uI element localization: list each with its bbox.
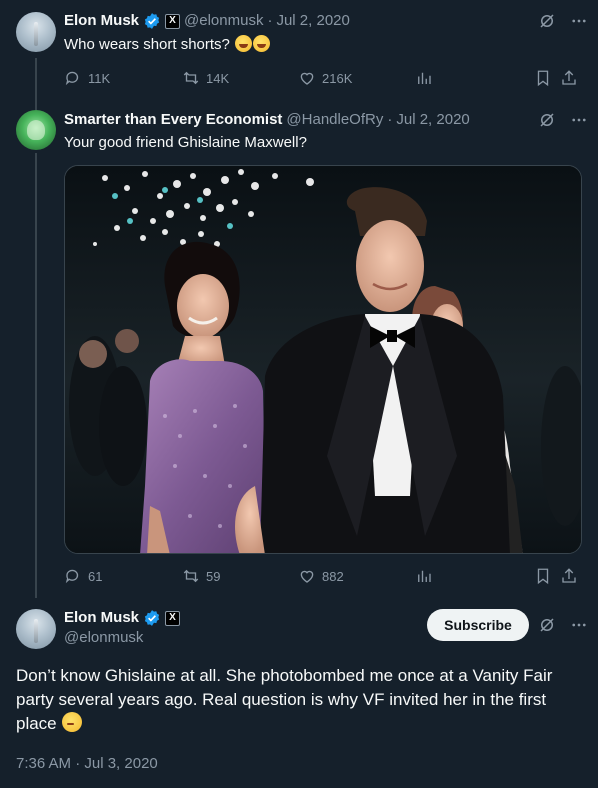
heart-icon [300,570,314,583]
tweet-top-actions [538,616,588,638]
tweet-text: Your good friend Ghislaine Maxwell? [64,134,307,151]
share-button[interactable] [560,69,580,87]
rolling-on-floor-laughing-icon [235,35,253,52]
more-options-icon[interactable] [570,616,588,638]
like-count: 882 [322,568,344,584]
grok-icon[interactable] [538,111,556,133]
repost-count: 59 [206,568,221,584]
separator-dot: · [387,111,393,128]
x-affiliate-badge-icon: X [165,610,181,626]
reply-icon [65,569,79,584]
bookmark-button[interactable] [534,69,560,87]
like-button[interactable]: 882 [298,567,415,585]
reply-icon [65,71,79,86]
verified-badge-icon [143,609,161,627]
reply-count: 11K [88,70,111,86]
tweet-actions: 11K 14K 216K [64,68,582,88]
reply-button[interactable]: 11K [64,69,182,87]
like-button[interactable]: 216K [298,69,415,87]
main-tweet-text-content: Don’t know Ghislaine at all. She photobo… [16,666,553,733]
share-icon [562,568,576,583]
separator-dot: · [267,12,273,29]
analytics-icon [418,570,431,582]
tweet-timestamp[interactable]: 7:36 AM · Jul 3, 2020 [16,755,158,772]
grok-icon[interactable] [538,12,556,34]
avatar[interactable] [16,609,56,649]
main-tweet-text: Don’t know Ghislaine at all. She photobo… [16,664,576,736]
tweet-date[interactable]: Jul 2, 2020 [396,110,469,130]
repost-icon [183,71,199,85]
more-options-icon[interactable] [570,111,588,133]
views-button[interactable] [415,69,534,87]
author-name[interactable]: Elon Musk [64,608,139,628]
author-name[interactable]: Elon Musk [64,11,139,31]
like-count: 216K [322,70,353,86]
tweet-date[interactable]: Jul 2, 2020 [276,11,349,31]
avatar[interactable] [16,110,56,150]
tweet-header: Smarter than Every Economist @HandleOfRy… [64,110,470,130]
bookmark-button[interactable] [534,567,560,585]
tweet-1[interactable]: Elon Musk X @elonmusk · Jul 2, 2020 Who … [0,0,598,100]
reply-count: 61 [88,568,103,584]
author-handle[interactable]: @elonmusk [64,628,143,648]
author-handle[interactable]: @HandleOfRy [286,110,383,130]
analytics-icon [418,72,431,84]
author-handle[interactable]: @elonmusk [184,11,263,31]
tweet-text-content: Who wears short shorts? [64,36,230,53]
tweet-top-actions [538,111,588,133]
share-button[interactable] [560,567,580,585]
x-affiliate-badge-icon: X [165,13,181,29]
grok-icon[interactable] [538,616,556,638]
views-button[interactable] [415,567,534,585]
bookmark-icon [537,70,549,87]
repost-button[interactable]: 59 [182,567,298,585]
rolling-on-floor-laughing-icon [253,35,271,52]
bookmark-icon [537,568,549,585]
tweet-header: Elon Musk X [64,608,181,628]
heart-icon [300,72,314,85]
tweet-header: Elon Musk X @elonmusk · Jul 2, 2020 [64,11,350,31]
share-icon [562,70,576,85]
repost-icon [183,569,199,583]
repost-button[interactable]: 14K [182,69,298,87]
reply-button[interactable]: 61 [64,567,182,585]
event-photo-image [65,166,581,553]
tweet-text: Who wears short shorts? [64,35,271,55]
tweet-top-actions [538,12,588,34]
avatar[interactable] [16,12,56,52]
tweet-photo[interactable] [64,165,582,554]
more-options-icon[interactable] [570,12,588,34]
tweet-actions: 61 59 882 [64,566,582,586]
repost-count: 14K [206,70,230,86]
verified-badge-icon [143,12,161,30]
thinking-face-icon [62,712,83,732]
author-name[interactable]: Smarter than Every Economist [64,110,282,130]
subscribe-button[interactable]: Subscribe [427,609,529,641]
